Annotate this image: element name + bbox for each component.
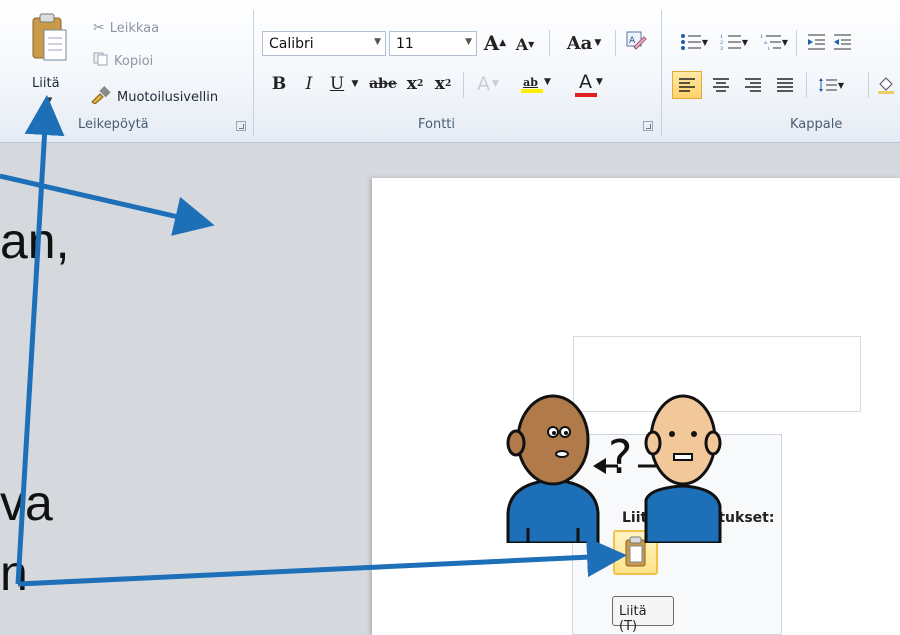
people-question-pictogram: ?	[506, 394, 722, 543]
highlight-button[interactable]: ab ▼	[514, 70, 560, 98]
svg-text:i: i	[768, 46, 770, 51]
shrink-font-button[interactable]: A ▼	[513, 32, 537, 56]
chevron-down-icon[interactable]: ▼	[349, 72, 361, 96]
divider	[615, 30, 616, 56]
format-painter-label: Muotoilusivellin	[117, 89, 219, 105]
grow-font-icon: A	[483, 31, 500, 55]
justify-button[interactable]	[772, 73, 798, 97]
font-size-value: 11	[396, 36, 414, 52]
svg-text:3: 3	[720, 46, 723, 51]
align-center-button[interactable]	[708, 73, 734, 97]
group-divider	[661, 10, 662, 136]
increase-indent-button[interactable]	[830, 30, 854, 54]
svg-text:A: A	[629, 36, 636, 46]
line-spacing-icon	[818, 78, 837, 92]
paste-dropdown-icon[interactable]: ▼	[46, 95, 54, 104]
svg-text:a: a	[764, 40, 767, 46]
numbered-list-icon: 123	[720, 34, 741, 51]
cut-button[interactable]: ✂ Leikkaa	[93, 20, 159, 36]
align-left-icon	[679, 78, 695, 92]
slide-text-fragment: n	[0, 545, 28, 601]
clipboard-group-caption: Leikepöytä	[78, 117, 149, 132]
paste-button[interactable]	[30, 12, 70, 74]
font-dialog-launcher[interactable]	[643, 121, 653, 131]
divider	[549, 30, 550, 56]
shrink-font-icon: A	[515, 34, 529, 54]
multilevel-list-button[interactable]: 1 a i ▼	[756, 30, 792, 54]
numbering-button[interactable]: 1 2 3 ▼	[716, 30, 752, 54]
paint-bucket-icon	[878, 77, 894, 94]
grow-font-button[interactable]: A ▲	[483, 30, 507, 56]
multilevel-list-icon: 1ai	[760, 34, 781, 51]
chevron-down-icon[interactable]: ▼	[465, 37, 472, 47]
clipboard-dialog-launcher[interactable]	[236, 121, 246, 131]
copy-label: Kopioi	[114, 53, 154, 69]
line-spacing-button[interactable]: ▼	[814, 73, 848, 97]
strikethrough-button[interactable]: abe	[366, 72, 400, 96]
align-left-button[interactable]	[672, 71, 702, 99]
svg-text:1: 1	[760, 34, 763, 40]
font-name-value: Calibri	[269, 36, 314, 52]
increase-indent-icon	[834, 34, 851, 50]
ribbon: Liitä ▼ ✂ Leikkaa Kopioi Muotoilusivelli…	[0, 0, 900, 143]
align-right-button[interactable]	[740, 73, 766, 97]
copy-icon	[93, 52, 109, 70]
bullets-button[interactable]: ▼	[676, 30, 712, 54]
decrease-indent-button[interactable]	[804, 30, 828, 54]
highlighter-icon: ab	[523, 75, 538, 89]
font-size-combo[interactable]: 11 ▼	[389, 31, 477, 56]
paste-tooltip: Liitä (T)	[612, 596, 674, 634]
subscript-icon: x	[406, 74, 417, 94]
divider	[796, 30, 797, 56]
change-case-button[interactable]: Aa ▼	[563, 31, 605, 55]
divider	[806, 72, 807, 98]
decrease-indent-icon	[808, 34, 825, 50]
change-case-icon: Aa	[566, 32, 593, 54]
paragraph-group-caption: Kappale	[790, 117, 843, 132]
group-divider	[253, 10, 254, 136]
divider	[868, 72, 869, 98]
font-color-icon: A	[579, 71, 593, 93]
cut-label: Leikkaa	[109, 20, 160, 36]
svg-text:?: ?	[608, 430, 632, 484]
slide-text-fragment: an,	[0, 213, 70, 269]
font-color-bar	[575, 93, 597, 97]
highlight-color-bar	[521, 88, 543, 93]
font-color-button[interactable]: A ▼	[568, 70, 614, 98]
italic-button[interactable]: I	[298, 72, 320, 96]
divider	[463, 72, 464, 98]
clear-formatting-button[interactable]: A	[623, 28, 649, 54]
bullet-list-icon	[680, 34, 701, 50]
font-name-combo[interactable]: Calibri ▼	[262, 31, 386, 56]
underline-button[interactable]: U	[326, 72, 348, 96]
font-group-caption: Fontti	[418, 117, 456, 132]
justify-icon	[777, 78, 793, 92]
paintbrush-icon	[90, 86, 112, 108]
format-painter-button[interactable]: Muotoilusivellin	[90, 86, 218, 108]
clipboard-paste-icon	[32, 13, 67, 61]
text-effects-button[interactable]: A ▼	[470, 72, 506, 96]
copy-button[interactable]: Kopioi	[93, 52, 153, 70]
superscript-icon: x	[434, 74, 445, 94]
text-effects-icon: A	[477, 73, 491, 95]
paste-label[interactable]: Liitä	[32, 76, 60, 91]
bold-button[interactable]: B	[268, 72, 290, 96]
chevron-down-icon[interactable]: ▼	[374, 37, 381, 47]
subscript-button[interactable]: x2	[402, 72, 428, 96]
clear-formatting-icon: A	[626, 31, 647, 50]
scissors-icon: ✂	[93, 20, 105, 36]
shading-button[interactable]	[876, 73, 896, 97]
align-right-icon	[745, 78, 761, 92]
align-center-icon	[713, 78, 729, 92]
superscript-button[interactable]: x2	[430, 72, 456, 96]
slide-text-fragment: va	[0, 475, 53, 531]
